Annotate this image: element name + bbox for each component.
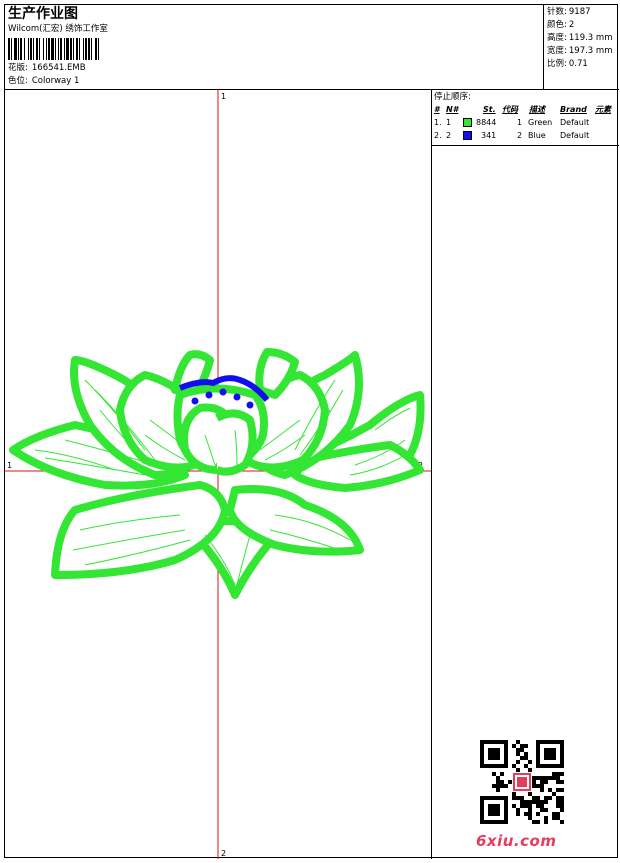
col-header: 描述 xyxy=(529,105,545,114)
cell-n: 2 xyxy=(446,131,452,140)
site-watermark: 6xiu.com xyxy=(476,832,557,850)
panel-divider xyxy=(432,145,619,146)
production-sheet: 生产作业图 Wilcom(汇宏) 绣饰工作室 花版: 166541.EMB 色位:… xyxy=(4,4,619,859)
stat-value: 0.71 xyxy=(568,59,588,69)
cell-stitches: 341 xyxy=(481,131,497,140)
stat-stitches: 针数: 9187 xyxy=(547,6,612,19)
stat-width: 宽度: 197.3 mm xyxy=(547,45,612,58)
stat-colors: 颜色: 2 xyxy=(547,19,612,32)
header-info: 生产作业图 Wilcom(汇宏) 绣饰工作室 花版: 166541.EMB 色位:… xyxy=(5,5,543,89)
stop-sequence-panel: 停止顺序: # N# St. 代码 描述 Brand 元素 1. 1 8844 … xyxy=(431,90,619,859)
cell-brand: Default xyxy=(560,131,590,140)
qr-code-icon xyxy=(480,740,564,824)
cell-n: 1 xyxy=(446,118,452,127)
stat-value: 2 xyxy=(568,20,575,30)
table-row: 2. 2 341 2 Blue Default xyxy=(434,129,618,142)
studio-subtitle: Wilcom(汇宏) 绣饰工作室 xyxy=(8,24,108,34)
col-header: Brand xyxy=(560,105,587,114)
stat-label: 比例: xyxy=(547,59,567,69)
design-canvas: 1 1 2 2 xyxy=(5,90,431,859)
stat-label: 颜色: xyxy=(547,20,567,30)
stat-scale: 比例: 0.71 xyxy=(547,58,612,71)
stat-label: 针数: xyxy=(547,7,567,17)
col-header: 元素 xyxy=(595,105,611,114)
cell-stitches: 8844 xyxy=(476,118,497,127)
color-swatch xyxy=(463,118,472,127)
embroidery-preview: 1 1 2 2 xyxy=(5,90,431,859)
stop-sequence-title: 停止顺序: xyxy=(434,92,471,102)
cell-code: 1 xyxy=(517,118,523,127)
cell-num: 1. xyxy=(434,118,442,127)
cell-desc: Blue xyxy=(528,131,546,140)
color-swatch xyxy=(463,131,472,140)
colorway-label: 色位: xyxy=(8,76,28,86)
cell-code: 2 xyxy=(517,131,523,140)
design-file-row: 花版: 166541.EMB xyxy=(8,63,86,74)
stop-sequence-table: # N# St. 代码 描述 Brand 元素 1. 1 8844 1 Gree… xyxy=(434,103,618,142)
table-row: 1. 1 8844 1 Green Default xyxy=(434,116,618,129)
page-title: 生产作业图 xyxy=(8,6,78,22)
design-file-value: 166541.EMB xyxy=(31,63,86,73)
stats-panel: 针数: 9187 颜色: 2 高度: 119.3 mm 宽度: 197.3 mm 比例:… xyxy=(543,5,619,89)
cell-desc: Green xyxy=(528,118,553,127)
stat-value: 197.3 mm xyxy=(568,46,613,56)
colorway-row: 色位: Colorway 1 xyxy=(8,76,79,87)
col-header: 代码 xyxy=(502,105,518,114)
stat-label: 高度: xyxy=(547,33,567,43)
cell-num: 2. xyxy=(434,131,442,140)
barcode-icon xyxy=(8,38,99,60)
col-header: # xyxy=(434,105,440,114)
design-file-label: 花版: xyxy=(8,63,28,73)
stat-value: 9187 xyxy=(568,7,591,17)
stat-height: 高度: 119.3 mm xyxy=(547,32,612,45)
axis-label-left: 1 xyxy=(7,461,12,470)
cell-brand: Default xyxy=(560,118,590,127)
axis-label-top: 1 xyxy=(221,92,226,101)
colorway-value: Colorway 1 xyxy=(31,76,80,86)
col-header: St. xyxy=(483,105,496,114)
col-header: N# xyxy=(446,105,459,114)
petal-center-bud-right xyxy=(215,409,257,476)
stat-value: 119.3 mm xyxy=(568,33,613,43)
stat-label: 宽度: xyxy=(547,46,567,56)
table-header: # N# St. 代码 描述 Brand 元素 xyxy=(434,103,618,116)
axis-label-bottom: 2 xyxy=(221,849,226,858)
